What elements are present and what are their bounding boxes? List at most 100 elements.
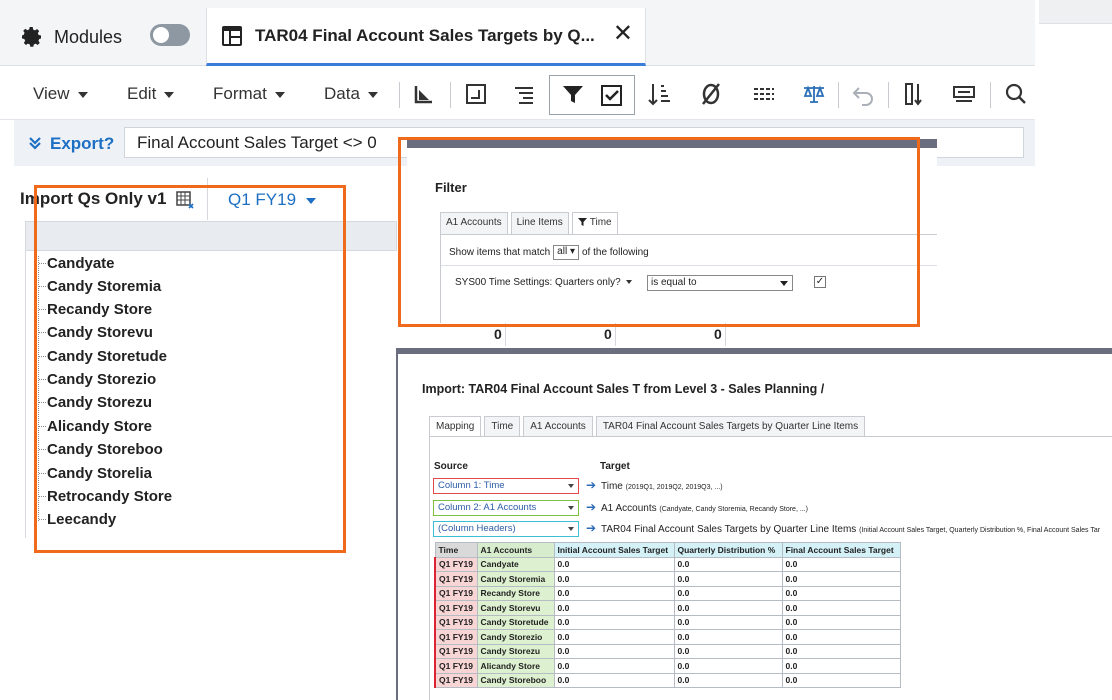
chevron-down-icon xyxy=(77,91,88,98)
table-cell: 0.0 xyxy=(553,658,675,674)
source-select-time[interactable]: Column 1: Time xyxy=(433,478,579,494)
menu-data[interactable]: Data xyxy=(324,84,378,104)
table-row: Q1 FY19 Alicandy Store 0.0 0.0 0.0 xyxy=(434,658,901,674)
list-item[interactable]: Alicandy Store xyxy=(39,415,152,437)
tab-line-items[interactable]: TAR04 Final Account Sales Targets by Qua… xyxy=(595,416,866,436)
list-item[interactable]: Candy Storevu xyxy=(39,321,153,343)
period-selector[interactable]: Q1 FY19 xyxy=(228,190,317,210)
list-item[interactable]: Candy Storelia xyxy=(39,462,152,484)
list-item[interactable]: Candyate xyxy=(39,252,115,274)
chevron-down-icon xyxy=(274,91,285,98)
tab-tar04[interactable]: TAR04 Final Account Sales Targets by Q..… xyxy=(206,8,646,66)
balance-icon[interactable] xyxy=(800,80,828,108)
undo-icon[interactable] xyxy=(850,80,878,108)
table-cell: 0.0 xyxy=(553,614,675,630)
table-cell: Q1 FY19 xyxy=(434,672,478,688)
module-grid-icon xyxy=(222,25,242,46)
tab-line-items[interactable]: Line Items xyxy=(510,212,569,234)
table-cell: Q1 FY19 xyxy=(434,585,478,601)
list-item[interactable]: Retrocandy Store xyxy=(39,485,172,507)
source-select-headers[interactable]: (Column Headers) xyxy=(433,521,579,537)
column-header: Quarterly Distribution % xyxy=(673,542,783,558)
condition-field[interactable]: SYS00 Time Settings: Quarters only? xyxy=(455,277,632,288)
tab-a1-accounts[interactable]: A1 Accounts xyxy=(440,212,508,234)
operator-select[interactable]: is equal to xyxy=(647,275,793,291)
list-item[interactable]: Candy Storeboo xyxy=(39,438,163,460)
table-cell: Candyate xyxy=(476,556,555,572)
target-accounts: A1 Accounts (Candyate, Candy Storemia, R… xyxy=(601,503,808,514)
table-cell: 0.0 xyxy=(781,614,901,630)
fit-to-cell-icon[interactable] xyxy=(462,80,490,108)
match-select[interactable]: all ▾ xyxy=(553,245,579,260)
display-icon[interactable] xyxy=(950,80,978,108)
menu-edit[interactable]: Edit xyxy=(127,84,175,104)
filter-dialog: Filter A1 Accounts Line Items Time Show … xyxy=(407,139,937,323)
table-cell: 0.0 xyxy=(553,556,675,572)
target-line-items: TAR04 Final Account Sales Targets by Qua… xyxy=(601,524,1101,535)
chevron-down-icon xyxy=(568,506,574,510)
checkbox-icon[interactable] xyxy=(601,85,623,106)
grid-cell[interactable]: 0 xyxy=(714,326,722,342)
list-item[interactable]: Leecandy xyxy=(39,508,116,530)
toolbar-divider xyxy=(399,82,400,108)
filter-toggle-group xyxy=(549,75,635,115)
menu-view[interactable]: View xyxy=(33,84,88,104)
chevron-down-icon xyxy=(625,280,632,285)
table-cell: 0.0 xyxy=(781,556,901,572)
search-icon[interactable] xyxy=(1002,80,1030,108)
toolbar-divider xyxy=(838,82,839,108)
hide-zeros-icon[interactable] xyxy=(697,80,725,108)
grid-header-row xyxy=(25,221,397,251)
tab-time[interactable]: Time xyxy=(571,212,618,234)
grid-divider xyxy=(207,178,208,220)
indent-list-icon[interactable] xyxy=(510,80,538,108)
column-header: Initial Account Sales Target xyxy=(553,542,675,558)
table-cell: 0.0 xyxy=(553,571,675,587)
insert-column-icon[interactable] xyxy=(900,80,928,108)
sort-icon[interactable] xyxy=(646,80,674,108)
table-cell: 0.0 xyxy=(781,600,901,616)
table-cell: 0.0 xyxy=(673,658,783,674)
list-item[interactable]: Recandy Store xyxy=(39,298,152,320)
table-cell: 0.0 xyxy=(673,643,783,659)
saved-view-icon[interactable] xyxy=(175,190,195,210)
grid-cell[interactable]: 0 xyxy=(494,326,502,342)
table-cell: 0.0 xyxy=(673,672,783,688)
toolbar-divider xyxy=(450,82,451,108)
tab-a1-accounts[interactable]: A1 Accounts xyxy=(523,416,593,436)
menu-format[interactable]: Format xyxy=(213,84,285,104)
grid-cell[interactable]: 0 xyxy=(604,326,612,342)
table-cell: Candy Storezu xyxy=(476,643,555,659)
table-cell: Q1 FY19 xyxy=(434,629,478,645)
export-link[interactable]: Export? xyxy=(50,134,114,154)
target-time: Time (2019Q1, 2019Q2, 2019Q3, ...) xyxy=(601,481,723,492)
table-cell: Candy Storeboo xyxy=(476,672,555,688)
table-cell: 0.0 xyxy=(553,643,675,659)
table-cell: Candy Storetude xyxy=(476,614,555,630)
table-cell: 0.0 xyxy=(673,585,783,601)
table-row: Q1 FY19 Candy Storeboo 0.0 0.0 0.0 xyxy=(434,672,901,688)
table-row: Q1 FY19 Candy Storezio 0.0 0.0 0.0 xyxy=(434,629,901,645)
arrow-right-icon: ➔ xyxy=(586,521,597,535)
pivot-icon[interactable] xyxy=(410,80,438,108)
list-item[interactable]: Candy Storemia xyxy=(39,275,161,297)
table-row: Q1 FY19 Candy Storezu 0.0 0.0 0.0 xyxy=(434,643,901,659)
table-cell: Q1 FY19 xyxy=(434,600,478,616)
modules-toggle[interactable] xyxy=(150,24,190,46)
tab-mapping[interactable]: Mapping xyxy=(429,416,482,436)
table-cell: 0.0 xyxy=(553,672,675,688)
list-item[interactable]: Candy Storezu xyxy=(39,391,152,413)
double-chevron-down-icon[interactable] xyxy=(28,136,42,150)
show-grid-icon[interactable] xyxy=(750,80,778,108)
grid-title: Import Qs Only v1 xyxy=(20,189,167,208)
tab-modules[interactable]: Modules xyxy=(0,8,200,66)
value-checkbox[interactable]: ✓ xyxy=(814,276,826,288)
source-select-accounts[interactable]: Column 2: A1 Accounts xyxy=(433,500,579,516)
list-item[interactable]: Candy Storetude xyxy=(39,345,167,367)
tab-time[interactable]: Time xyxy=(484,416,521,436)
list-item[interactable]: Candy Storezio xyxy=(39,368,156,390)
close-tab-icon[interactable]: ✕ xyxy=(613,22,633,46)
column-header: Time xyxy=(434,542,478,558)
filter-icon[interactable] xyxy=(562,85,584,105)
chevron-down-icon xyxy=(164,91,175,98)
